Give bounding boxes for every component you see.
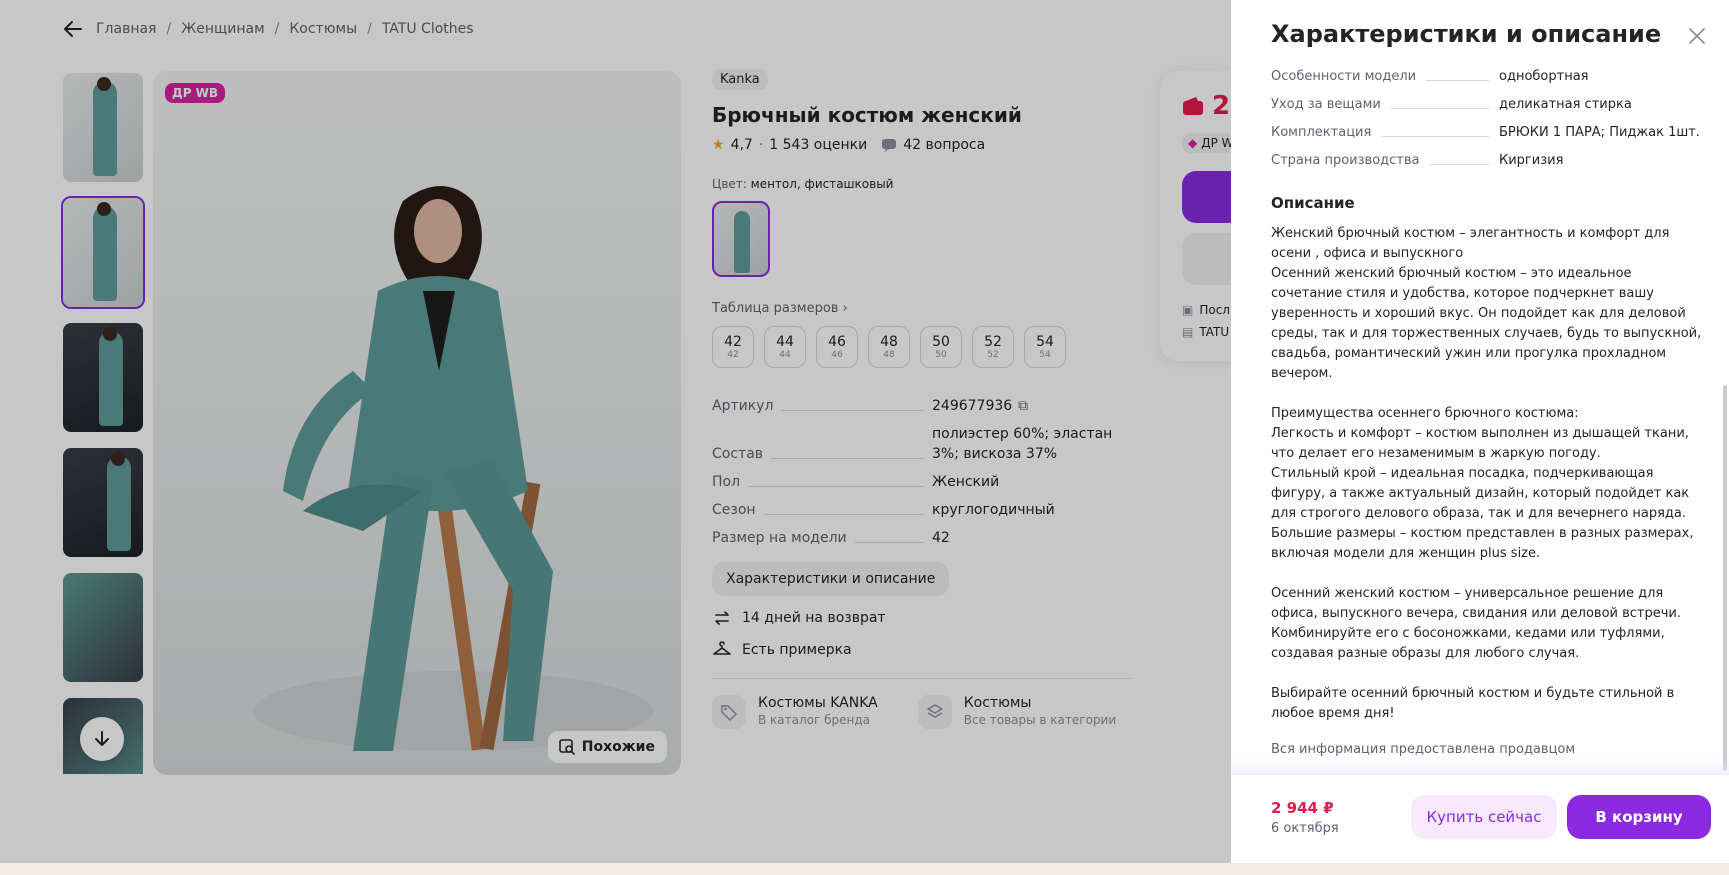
spec-key: Особенности модели xyxy=(1271,69,1417,84)
spec-row: Страна производства Киргизия xyxy=(1271,152,1703,180)
drawer-scrollbar[interactable] xyxy=(1723,385,1727,771)
spec-list: Особенности модели однобортная Уход за вещ… xyxy=(1271,68,1703,180)
drawer-fade xyxy=(1231,758,1729,776)
spec-key: Уход за вещами xyxy=(1271,97,1381,112)
spec-value: Киргизия xyxy=(1499,153,1564,168)
footer-price: 2 944 ₽ xyxy=(1271,799,1334,817)
characteristics-drawer: Характеристики и описание Особенности мо… xyxy=(1231,0,1729,863)
spec-row: Особенности модели однобортная xyxy=(1271,68,1703,96)
spec-value: деликатная стирка xyxy=(1499,97,1632,112)
description-heading: Описание xyxy=(1271,194,1355,212)
seller-note: Вся информация предоставлена продавцом xyxy=(1271,742,1576,757)
close-icon[interactable] xyxy=(1687,26,1707,46)
spec-row: Комплектация БРЮКИ 1 ПАРА; Пиджак 1шт. xyxy=(1271,124,1703,152)
buy-now-button[interactable]: Купить сейчас xyxy=(1411,795,1557,839)
spec-row: Уход за вещами деликатная стирка xyxy=(1271,96,1703,124)
drawer-footer: 2 944 ₽ 6 октября Купить сейчас В корзин… xyxy=(1231,775,1729,863)
drawer-title: Характеристики и описание xyxy=(1271,20,1662,48)
spec-key: Страна производства xyxy=(1271,153,1420,168)
footer-delivery-date: 6 октября xyxy=(1271,821,1339,836)
drawer-body[interactable]: Особенности модели однобортная Уход за вещ… xyxy=(1271,68,1703,770)
description-text: Женский брючный костюм – элегантность и … xyxy=(1271,226,1702,721)
spec-value: БРЮКИ 1 ПАРА; Пиджак 1шт. xyxy=(1499,125,1700,140)
add-to-cart-button[interactable]: В корзину xyxy=(1567,795,1711,839)
spec-value: однобортная xyxy=(1499,69,1589,84)
browser-bottom-strip xyxy=(0,863,1729,875)
spec-key: Комплектация xyxy=(1271,125,1372,140)
